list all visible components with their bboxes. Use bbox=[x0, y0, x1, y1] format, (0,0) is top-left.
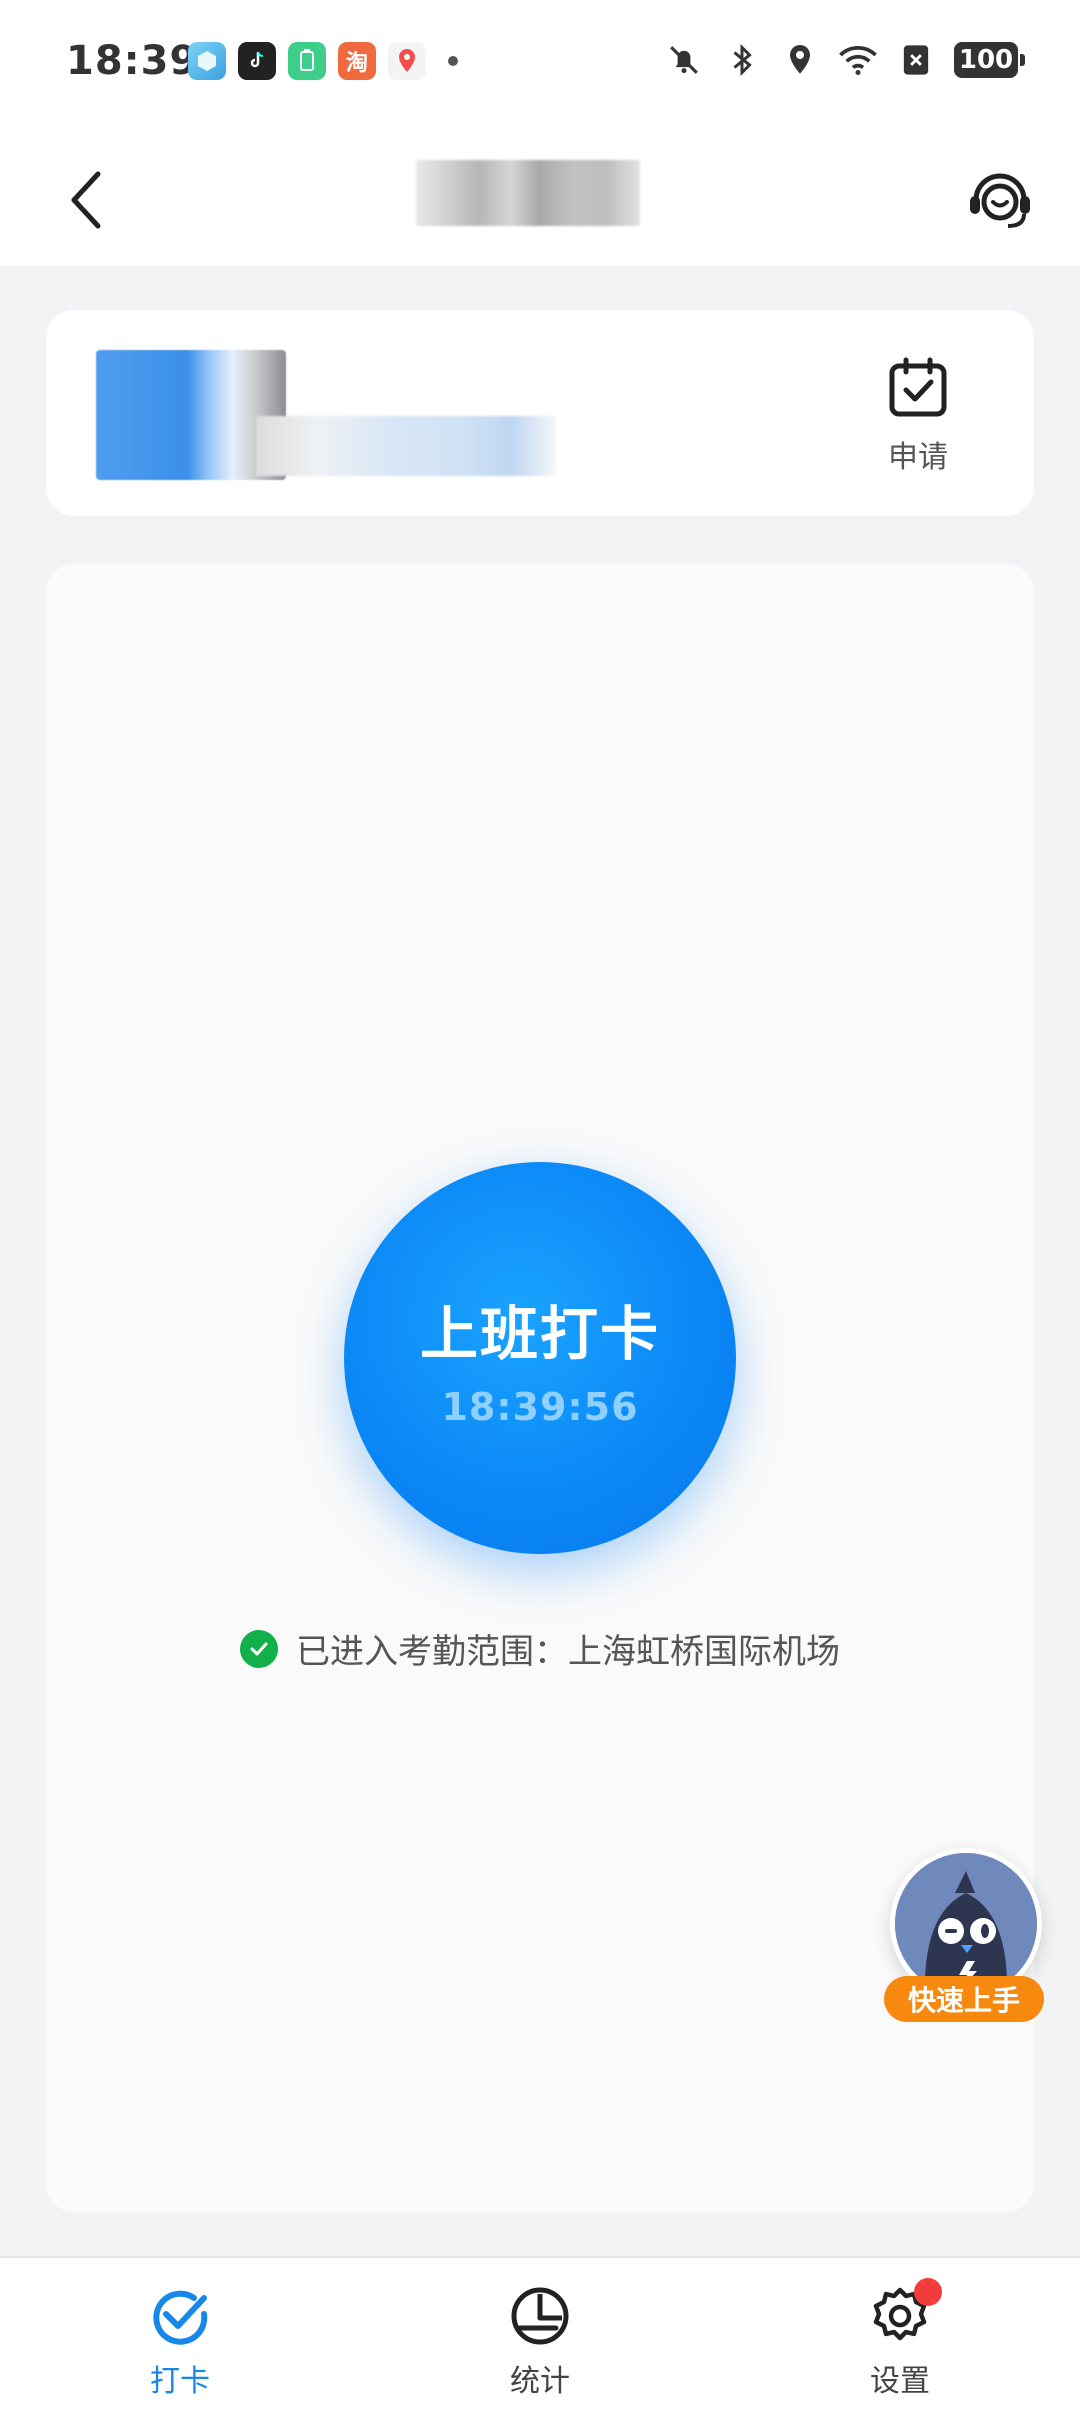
settings-notification-dot bbox=[914, 2278, 942, 2306]
tab-label-checkin: 打卡 bbox=[150, 2364, 210, 2399]
bluetooth-icon bbox=[722, 40, 762, 80]
nav-bar bbox=[0, 130, 1080, 266]
mascot-icon bbox=[895, 1853, 1037, 1995]
tab-settings[interactable]: 设置 bbox=[830, 2278, 970, 2400]
check-icon bbox=[153, 2290, 208, 2345]
check-circle-icon bbox=[240, 1629, 278, 1668]
cube-app-icon bbox=[188, 42, 226, 80]
location-icon bbox=[780, 40, 820, 80]
back-button[interactable] bbox=[46, 160, 126, 240]
system-icons: 100 bbox=[664, 40, 1025, 80]
customer-service-button[interactable] bbox=[960, 158, 1040, 238]
checkin-time: 18:39:56 bbox=[441, 1385, 639, 1429]
status-bar: 18:39 淘 100 bbox=[0, 0, 1080, 130]
quick-start-badge: 快速上手 bbox=[884, 1976, 1044, 2022]
maps-icon bbox=[388, 42, 426, 80]
no-sim-icon bbox=[896, 40, 936, 80]
quick-start-helper[interactable]: 快速上手 bbox=[884, 1848, 1050, 2028]
more-notifications-dot bbox=[448, 56, 458, 66]
tab-label-statistics: 统计 bbox=[510, 2364, 570, 2399]
name-redacted bbox=[256, 416, 556, 476]
tab-checkin[interactable]: 打卡 bbox=[110, 2284, 250, 2400]
taobao-glyph: 淘 bbox=[345, 51, 368, 76]
bottom-tab-bar: 打卡 统计 设置 bbox=[0, 2256, 1080, 2416]
calendar-check-icon bbox=[889, 357, 947, 417]
tab-label-settings: 设置 bbox=[870, 2364, 930, 2399]
headset-icon bbox=[970, 173, 1030, 228]
mute-bell-icon bbox=[664, 40, 704, 80]
range-text: 已进入考勤范围：上海虹桥国际机场 bbox=[296, 1632, 840, 1672]
checkin-button[interactable]: 上班打卡 18:39:56 bbox=[344, 1162, 736, 1554]
profile-card: 申请 bbox=[46, 310, 1034, 516]
chevron-left-icon bbox=[71, 171, 101, 229]
pie-chart-icon bbox=[511, 2287, 569, 2345]
tiktok-icon bbox=[238, 42, 276, 80]
notification-app-icons: 淘 bbox=[188, 42, 458, 80]
apply-label: 申请 bbox=[888, 440, 948, 475]
battery-indicator: 100 bbox=[954, 42, 1025, 78]
battery-app-icon bbox=[288, 42, 326, 80]
tab-statistics[interactable]: 统计 bbox=[470, 2284, 610, 2400]
apply-button[interactable]: 申请 bbox=[868, 356, 968, 476]
checkin-label: 上班打卡 bbox=[419, 1300, 660, 1368]
taobao-icon: 淘 bbox=[338, 42, 376, 80]
attendance-range-status: 已进入考勤范围：上海虹桥国际机场 bbox=[46, 1624, 1034, 1673]
wifi-icon bbox=[838, 40, 878, 80]
status-time: 18:39 bbox=[66, 38, 199, 84]
page-title-redacted bbox=[416, 160, 640, 226]
